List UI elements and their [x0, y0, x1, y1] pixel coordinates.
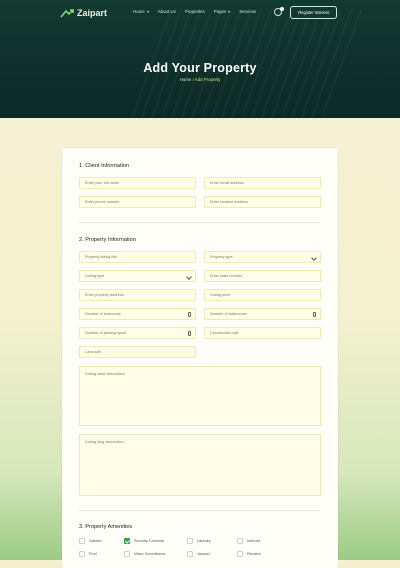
location-field[interactable]: Enter location address — [204, 196, 321, 208]
nav-menu: Home About Us Properties Pages Services — [133, 9, 256, 14]
page-title: Add Your Property — [143, 61, 257, 75]
amenity-jacuzzi[interactable]: Jacuzzi — [187, 551, 210, 557]
state-number-field[interactable]: Enter state number — [204, 270, 321, 282]
nav-item-about[interactable]: About Us — [158, 9, 176, 14]
field-placeholder: Enter state number — [210, 274, 243, 278]
amenity-label: Jacuzzi — [197, 552, 210, 556]
register-interest-button[interactable]: Register Interest — [290, 6, 337, 19]
field-placeholder: Enter location address — [210, 200, 248, 204]
breadcrumb: Home / Add Property — [0, 77, 400, 82]
amenity-label: Video Surveillance — [134, 552, 166, 556]
brand-name: Zaipart — [77, 8, 108, 18]
checkbox[interactable] — [79, 538, 85, 544]
top-navigation: Zaipart Home About Us Properties Pages S… — [0, 0, 400, 26]
amenity-garden[interactable]: Garden — [79, 538, 102, 544]
amenity-label: Elevator — [247, 552, 261, 556]
nav-item-pages[interactable]: Pages — [213, 9, 231, 14]
chevron-down-icon — [146, 11, 149, 13]
field-placeholder: Enter phone number — [85, 200, 120, 204]
listing-title-field[interactable]: Property listing title — [79, 251, 196, 263]
land-sqft-field[interactable]: Land sqft — [79, 346, 196, 358]
field-placeholder: Number of bathrooms — [210, 312, 247, 316]
checkbox[interactable] — [124, 551, 130, 557]
stepper-icon[interactable] — [313, 312, 316, 317]
stepper-icon[interactable] — [188, 312, 191, 317]
nav-item-label: Pages — [213, 9, 227, 14]
bedrooms-field[interactable]: Number of bedrooms — [79, 308, 196, 320]
amenity-label: Garden — [89, 539, 102, 543]
short-description-textarea[interactable]: Listing short description — [79, 366, 321, 426]
amenity-label: Pool — [89, 552, 97, 556]
amenity-internet[interactable]: Internet — [237, 538, 260, 544]
house-logo-icon — [60, 9, 74, 18]
full-name-field[interactable]: Enter your full name — [79, 177, 196, 189]
amenity-elevator[interactable]: Elevator — [237, 551, 261, 557]
section-divider — [79, 510, 320, 511]
construction-sqft-field[interactable]: Construction sqft — [204, 327, 321, 339]
listing-price-field[interactable]: Listing price — [204, 289, 321, 301]
parking-spots-field[interactable]: Number of parking spots — [79, 327, 196, 339]
checkbox[interactable] — [187, 538, 193, 544]
nav-item-label: Services — [239, 9, 257, 14]
amenity-video-surveillance[interactable]: Video Surveillance — [124, 551, 165, 557]
field-placeholder: Enter property address — [85, 293, 124, 297]
section-title-amenities: 3. Property Amenities — [79, 524, 133, 530]
amenity-label: Internet — [247, 539, 260, 543]
chevron-down-icon — [228, 11, 231, 13]
field-placeholder: Listing type — [85, 274, 105, 278]
amenity-label: Security Cameras — [134, 539, 165, 543]
stepper-icon[interactable] — [188, 331, 191, 336]
field-placeholder: Property listing title — [85, 255, 118, 259]
brand-logo[interactable]: Zaipart — [60, 6, 107, 20]
checkbox-checked[interactable] — [124, 538, 130, 544]
add-property-form: 1. Client Information Enter your full na… — [62, 148, 338, 568]
bathrooms-field[interactable]: Number of bathrooms — [204, 308, 321, 320]
section-title-client: 1. Client Information — [79, 163, 130, 169]
nav-item-label: Properties — [184, 9, 205, 14]
checkbox[interactable] — [237, 551, 243, 557]
field-placeholder: Listing short description — [85, 372, 125, 376]
field-placeholder: Number of bedrooms — [85, 312, 121, 316]
nav-item-properties[interactable]: Properties — [185, 9, 205, 14]
breadcrumb-home[interactable]: Home — [180, 77, 192, 82]
email-field[interactable]: Enter email address — [204, 177, 321, 189]
field-placeholder: Property type — [210, 255, 233, 259]
field-placeholder: Enter your full name — [85, 181, 119, 185]
field-placeholder: Land sqft — [85, 350, 101, 354]
property-address-field[interactable]: Enter property address — [79, 289, 196, 301]
field-placeholder: Construction sqft — [210, 331, 239, 335]
nav-item-services[interactable]: Services — [239, 9, 256, 14]
breadcrumb-current: Add Property — [194, 77, 221, 82]
section-title-property: 2. Property Information — [79, 237, 136, 243]
chevron-down-icon — [311, 255, 317, 261]
amenity-security-cameras[interactable]: Security Cameras — [124, 538, 164, 544]
listing-type-select[interactable]: Listing type — [79, 270, 196, 282]
nav-item-label: About Us — [157, 9, 176, 14]
chevron-down-icon — [186, 274, 192, 280]
register-interest-label: Register Interest — [298, 10, 329, 15]
amenity-pool[interactable]: Pool — [79, 551, 97, 557]
field-placeholder: Listing long description — [85, 440, 124, 444]
hero-banner: Zaipart Home About Us Properties Pages S… — [0, 0, 400, 118]
checkbox[interactable] — [187, 551, 193, 557]
notification-badge — [280, 7, 284, 11]
field-placeholder: Listing price — [210, 293, 231, 297]
checkbox[interactable] — [79, 551, 85, 557]
checkbox[interactable] — [237, 538, 243, 544]
field-placeholder: Enter email address — [210, 181, 244, 185]
phone-field[interactable]: Enter phone number — [79, 196, 196, 208]
field-placeholder: Number of parking spots — [85, 331, 127, 335]
property-type-select[interactable]: Property type — [204, 251, 321, 263]
nav-item-home[interactable]: Home — [133, 9, 149, 14]
nav-item-label: Home — [133, 9, 145, 14]
long-description-textarea[interactable]: Listing long description — [79, 434, 321, 496]
amenity-label: Laundry — [197, 539, 211, 543]
amenity-laundry[interactable]: Laundry — [187, 538, 211, 544]
section-divider — [79, 222, 320, 223]
